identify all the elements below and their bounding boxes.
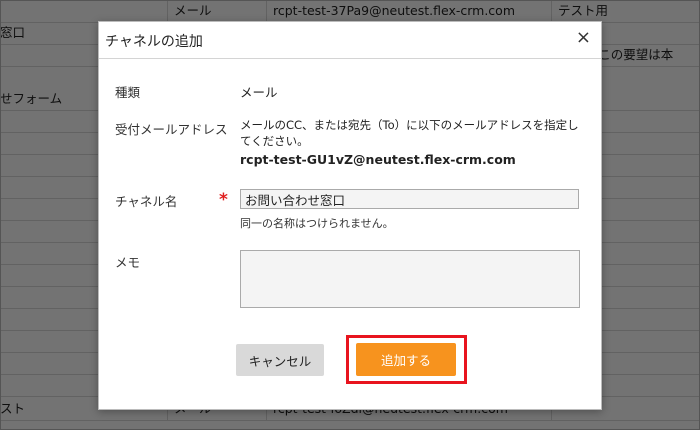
cancel-button[interactable]: キャンセル bbox=[236, 344, 324, 376]
add-button[interactable]: 追加する bbox=[356, 343, 456, 376]
type-value: メール bbox=[240, 85, 278, 100]
add-channel-dialog: チャネルの追加 × 種類 メール 受付メールアドレス メールのCC、または宛先（… bbox=[98, 21, 602, 410]
channel-name-input[interactable] bbox=[240, 189, 579, 209]
required-mark: * bbox=[219, 190, 228, 210]
dialog-title: チャネルの追加 bbox=[105, 34, 203, 50]
close-icon[interactable]: × bbox=[576, 27, 591, 49]
dialog-divider bbox=[99, 58, 601, 59]
receive-email-address: rcpt-test-GU1vZ@neutest.flex-crm.com bbox=[240, 152, 516, 167]
channel-name-hint: 同一の名称はつけられません。 bbox=[240, 217, 394, 230]
type-label: 種類 bbox=[115, 85, 141, 100]
address-description: メールのCC、または宛先（To）に以下のメールアドレスを指定してください。 bbox=[240, 118, 579, 148]
address-label: 受付メールアドレス bbox=[115, 122, 228, 137]
memo-textarea[interactable] bbox=[240, 250, 580, 308]
memo-label: メモ bbox=[115, 255, 141, 270]
channel-name-label: チャネル名 bbox=[115, 194, 178, 209]
